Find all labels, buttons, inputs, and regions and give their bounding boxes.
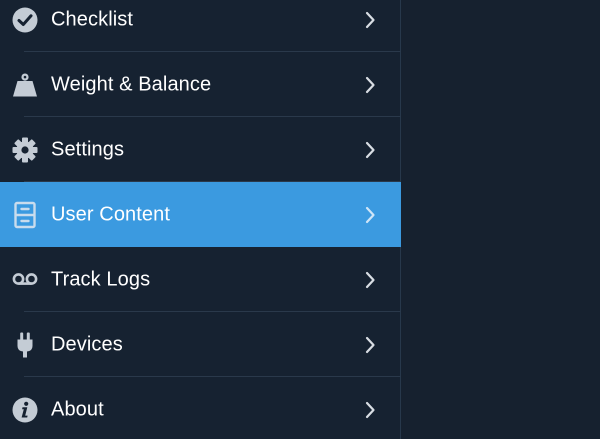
chevron-right-icon: [363, 400, 377, 420]
chevron-right-icon: [363, 270, 377, 290]
plug-icon: [11, 331, 39, 359]
menu-item-devices[interactable]: Devices: [0, 312, 401, 377]
menu-item-weight-balance[interactable]: Weight & Balance: [0, 52, 401, 117]
chevron-right-icon: [363, 75, 377, 95]
menu-item-label: About: [51, 398, 104, 420]
menu-panel: Checklist Weight & Balance Settings User…: [0, 0, 401, 439]
menu-item-checklist[interactable]: Checklist: [0, 0, 401, 52]
chevron-right-icon: [363, 335, 377, 355]
chevron-right-icon: [363, 205, 377, 225]
menu-item-settings[interactable]: Settings: [0, 117, 401, 182]
gear-icon: [11, 136, 39, 164]
menu-item-label: User Content: [51, 203, 171, 225]
file-cabinet-icon: [11, 201, 39, 229]
menu-item-about[interactable]: About: [0, 377, 401, 439]
chevron-right-icon: [363, 10, 377, 30]
menu-item-label: Track Logs: [51, 268, 151, 290]
menu-item-label: Settings: [51, 138, 125, 160]
menu-item-label: Weight & Balance: [51, 73, 212, 95]
menu-item-track-logs[interactable]: Track Logs: [0, 247, 401, 312]
detail-pane: [401, 0, 600, 439]
menu-item-user-content[interactable]: User Content: [0, 182, 401, 247]
voicemail-icon: [11, 266, 39, 294]
weight-icon: [11, 71, 39, 99]
menu-item-label: Checklist: [51, 8, 134, 30]
checkmark-circle-icon: [11, 6, 39, 34]
info-circle-icon: [11, 396, 39, 424]
menu-item-label: Devices: [51, 333, 123, 355]
chevron-right-icon: [363, 140, 377, 160]
